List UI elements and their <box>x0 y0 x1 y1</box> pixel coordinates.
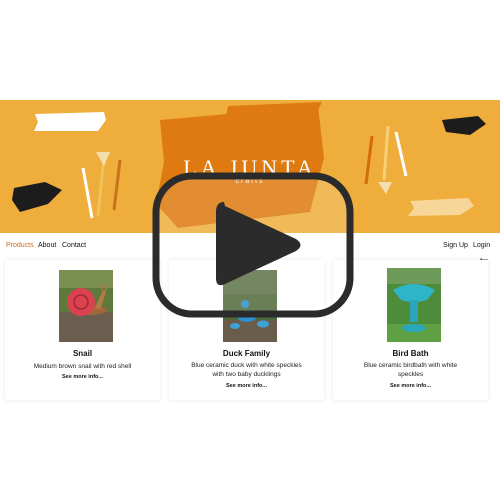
product-title: Snail <box>72 349 93 358</box>
nav-products[interactable]: Products <box>6 242 34 249</box>
snail-photo <box>59 270 113 342</box>
see-more-link[interactable]: See more info... <box>333 383 488 389</box>
product-card-bird-bath[interactable]: Bird Bath Blue ceramic birdbath with whi… <box>333 260 488 400</box>
bird-bath-photo <box>387 268 441 342</box>
product-description: Blue ceramic birdbath with white speckle… <box>363 362 458 378</box>
see-more-link[interactable]: See more info... <box>169 383 324 389</box>
play-button-icon[interactable] <box>152 172 354 323</box>
nav-about[interactable]: About <box>38 242 56 249</box>
product-description: Medium brown snail with red shell <box>33 363 132 370</box>
product-card-snail[interactable]: Snail Medium brown snail with red shell … <box>5 260 160 400</box>
product-description: Blue ceramic duck with white speckles wi… <box>191 362 302 378</box>
nav-sign-up[interactable]: Sign Up <box>443 242 468 249</box>
product-title: Duck Family <box>222 349 271 358</box>
see-more-link[interactable]: See more info... <box>5 374 160 380</box>
product-title: Bird Bath <box>392 349 429 358</box>
nav-login[interactable]: Login <box>473 242 490 249</box>
nav-contact[interactable]: Contact <box>62 242 86 249</box>
